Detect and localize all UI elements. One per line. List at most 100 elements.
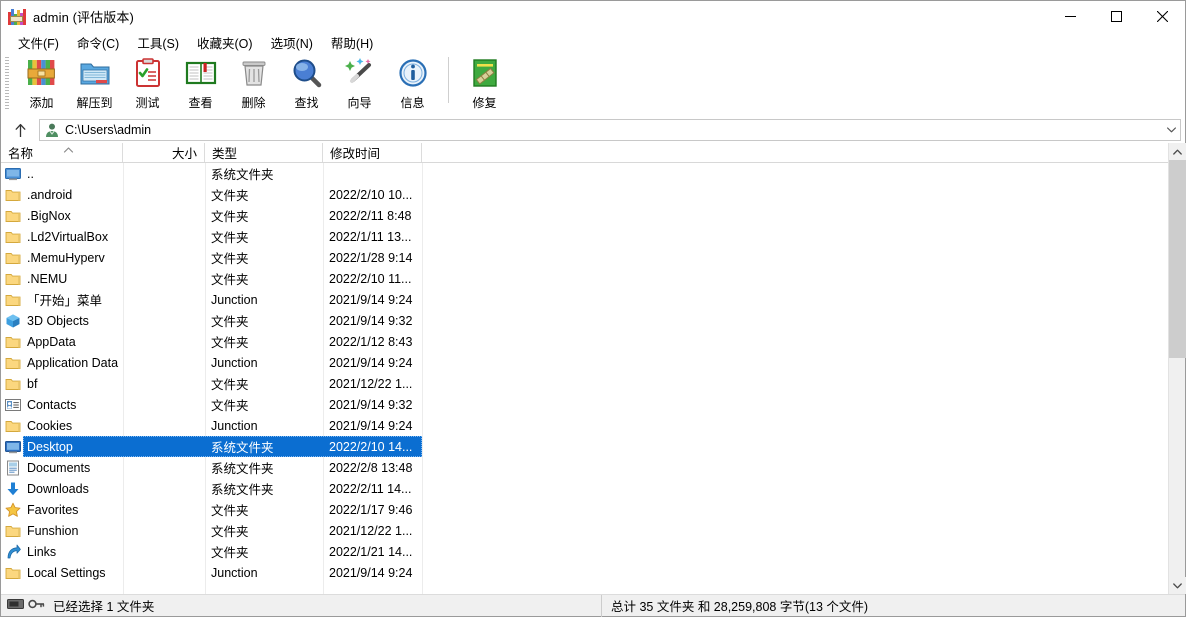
file-type-cell: 文件夹 bbox=[205, 374, 323, 393]
scroll-up-button[interactable] bbox=[1169, 143, 1186, 160]
file-row[interactable]: 「开始」菜单 Junction 2021/9/14 9:24 bbox=[1, 289, 1185, 310]
file-row[interactable]: .android 文件夹 2022/2/10 10... bbox=[1, 184, 1185, 205]
vertical-scrollbar[interactable] bbox=[1168, 143, 1186, 594]
file-row[interactable]: Contacts 文件夹 2021/9/14 9:32 bbox=[1, 394, 1185, 415]
file-row[interactable]: .BigNox 文件夹 2022/2/11 8:48 bbox=[1, 205, 1185, 226]
toolbar-button-delete[interactable]: 删除 bbox=[227, 53, 280, 113]
address-input[interactable]: C:\Users\admin bbox=[39, 119, 1181, 141]
delete-trash-icon bbox=[237, 56, 271, 90]
file-row[interactable]: Documents 系统文件夹 2022/2/8 13:48 bbox=[1, 457, 1185, 478]
column-header-type[interactable]: 类型 bbox=[205, 143, 323, 162]
file-row[interactable]: Links 文件夹 2022/1/21 14... bbox=[1, 541, 1185, 562]
minimize-button[interactable] bbox=[1047, 1, 1093, 32]
toolbar-grip[interactable] bbox=[5, 57, 9, 111]
add-archive-icon bbox=[25, 56, 59, 90]
toolbar-button-wizard[interactable]: 向导 bbox=[333, 53, 386, 113]
menu-help[interactable]: 帮助(H) bbox=[322, 31, 382, 55]
file-name-cell[interactable]: Documents bbox=[1, 457, 123, 478]
file-list[interactable]: .. 系统文件夹 .android 文件夹 2022/2/10 10... .BigNox… bbox=[1, 163, 1185, 594]
toolbar-button-view[interactable]: 查看 bbox=[174, 53, 227, 113]
toolbar-button-find[interactable]: 查找 bbox=[280, 53, 333, 113]
file-name-cell[interactable]: .android bbox=[1, 184, 123, 205]
file-row[interactable]: Local Settings Junction 2021/9/14 9:24 bbox=[1, 562, 1185, 583]
drive-icon[interactable] bbox=[7, 598, 24, 613]
file-type-cell: 文件夹 bbox=[205, 227, 323, 246]
file-row[interactable]: Application Data Junction 2021/9/14 9:24 bbox=[1, 352, 1185, 373]
file-name-cell[interactable]: bf bbox=[1, 373, 123, 394]
file-row[interactable]: Favorites 文件夹 2022/1/17 9:46 bbox=[1, 499, 1185, 520]
toolbar-button-extract[interactable]: 解压到 bbox=[68, 53, 121, 113]
file-name-cell[interactable]: 「开始」菜单 bbox=[1, 289, 123, 310]
status-icons bbox=[7, 598, 45, 613]
file-modified-cell-label: 2021/9/14 9:24 bbox=[329, 355, 413, 370]
file-row[interactable]: .MemuHyperv 文件夹 2022/1/28 9:14 bbox=[1, 247, 1185, 268]
file-name-cell[interactable]: Desktop bbox=[1, 436, 123, 457]
folder-icon bbox=[5, 355, 21, 371]
column-header-size[interactable]: 大小 bbox=[123, 143, 205, 162]
file-name-cell[interactable]: .MemuHyperv bbox=[1, 247, 123, 268]
folder-icon bbox=[5, 208, 21, 224]
file-name-cell[interactable]: Cookies bbox=[1, 415, 123, 436]
toolbar-label-test: 测试 bbox=[135, 96, 160, 110]
file-modified-cell: 2021/12/22 1... bbox=[323, 377, 422, 391]
file-row[interactable]: Funshion 文件夹 2021/12/22 1... bbox=[1, 520, 1185, 541]
toolbar-label-extract: 解压到 bbox=[76, 96, 113, 110]
file-name-cell[interactable]: Downloads bbox=[1, 478, 123, 499]
file-type-cell-label: Junction bbox=[211, 418, 258, 433]
key-icon[interactable] bbox=[28, 598, 45, 613]
toolbar-button-add[interactable]: 添加 bbox=[15, 53, 68, 113]
toolbar-button-repair[interactable]: 修复 bbox=[458, 53, 511, 113]
chevron-down-icon bbox=[1167, 127, 1176, 133]
column-header-name[interactable]: 名称 bbox=[1, 143, 123, 162]
file-name-label: bf bbox=[27, 376, 38, 391]
file-name-cell[interactable]: AppData bbox=[1, 331, 123, 352]
maximize-button[interactable] bbox=[1093, 1, 1139, 32]
close-button[interactable] bbox=[1139, 1, 1185, 32]
file-modified-cell: 2021/9/14 9:24 bbox=[323, 566, 422, 580]
menu-tools[interactable]: 工具(S) bbox=[128, 31, 188, 55]
file-name-cell[interactable]: Contacts bbox=[1, 394, 123, 415]
file-name-label: .MemuHyperv bbox=[27, 250, 105, 265]
file-name-cell[interactable]: .NEMU bbox=[1, 268, 123, 289]
toolbar-button-test[interactable]: 测试 bbox=[121, 53, 174, 113]
file-row[interactable]: bf 文件夹 2021/12/22 1... bbox=[1, 373, 1185, 394]
file-type-cell: 系统文件夹 bbox=[205, 479, 323, 498]
menu-commands[interactable]: 命令(C) bbox=[68, 31, 128, 55]
file-row[interactable]: Desktop 系统文件夹 2022/2/10 14... bbox=[1, 436, 1185, 457]
file-name-label: .BigNox bbox=[27, 208, 71, 223]
file-row[interactable]: Cookies Junction 2021/9/14 9:24 bbox=[1, 415, 1185, 436]
title-bar: admin (评估版本) bbox=[1, 1, 1185, 32]
file-row[interactable]: .NEMU 文件夹 2022/2/10 11... bbox=[1, 268, 1185, 289]
folder-icon bbox=[5, 187, 21, 203]
scroll-down-button[interactable] bbox=[1169, 577, 1186, 594]
menu-file[interactable]: 文件(F) bbox=[9, 31, 68, 55]
file-name-cell[interactable]: Local Settings bbox=[1, 562, 123, 583]
menu-options[interactable]: 选项(N) bbox=[262, 31, 322, 55]
file-name-cell[interactable]: .Ld2VirtualBox bbox=[1, 226, 123, 247]
address-dropdown-button[interactable] bbox=[1163, 120, 1180, 140]
file-name-cell[interactable]: Application Data bbox=[1, 352, 123, 373]
file-name-label: Cookies bbox=[27, 418, 73, 433]
up-one-level-button[interactable] bbox=[7, 119, 33, 141]
file-name-cell[interactable]: Favorites bbox=[1, 499, 123, 520]
file-type-cell: Junction bbox=[205, 293, 323, 307]
file-row[interactable]: .. 系统文件夹 bbox=[1, 163, 1185, 184]
file-name-cell[interactable]: .BigNox bbox=[1, 205, 123, 226]
column-header-modified[interactable]: 修改时间 bbox=[323, 143, 422, 162]
file-name-cell[interactable]: Links bbox=[1, 541, 123, 562]
file-row[interactable]: .Ld2VirtualBox 文件夹 2022/1/11 13... bbox=[1, 226, 1185, 247]
toolbar-button-info[interactable]: 信息 bbox=[386, 53, 439, 113]
scrollbar-thumb[interactable] bbox=[1169, 160, 1186, 358]
file-row[interactable]: 3D Objects 文件夹 2021/9/14 9:32 bbox=[1, 310, 1185, 331]
column-header-size-label: 大小 bbox=[171, 147, 197, 161]
menu-favorites[interactable]: 收藏夹(O) bbox=[188, 31, 262, 55]
file-name-cell[interactable]: Funshion bbox=[1, 520, 123, 541]
file-modified-cell: 2022/2/10 10... bbox=[323, 188, 422, 202]
file-name-cell[interactable]: .. bbox=[1, 163, 123, 184]
file-row[interactable]: Downloads 系统文件夹 2022/2/11 14... bbox=[1, 478, 1185, 499]
links-icon bbox=[5, 544, 21, 560]
file-modified-cell-label: 2022/2/8 13:48 bbox=[329, 460, 413, 475]
file-type-cell-label: 文件夹 bbox=[211, 252, 249, 266]
file-row[interactable]: AppData 文件夹 2022/1/12 8:43 bbox=[1, 331, 1185, 352]
file-name-cell[interactable]: 3D Objects bbox=[1, 310, 123, 331]
